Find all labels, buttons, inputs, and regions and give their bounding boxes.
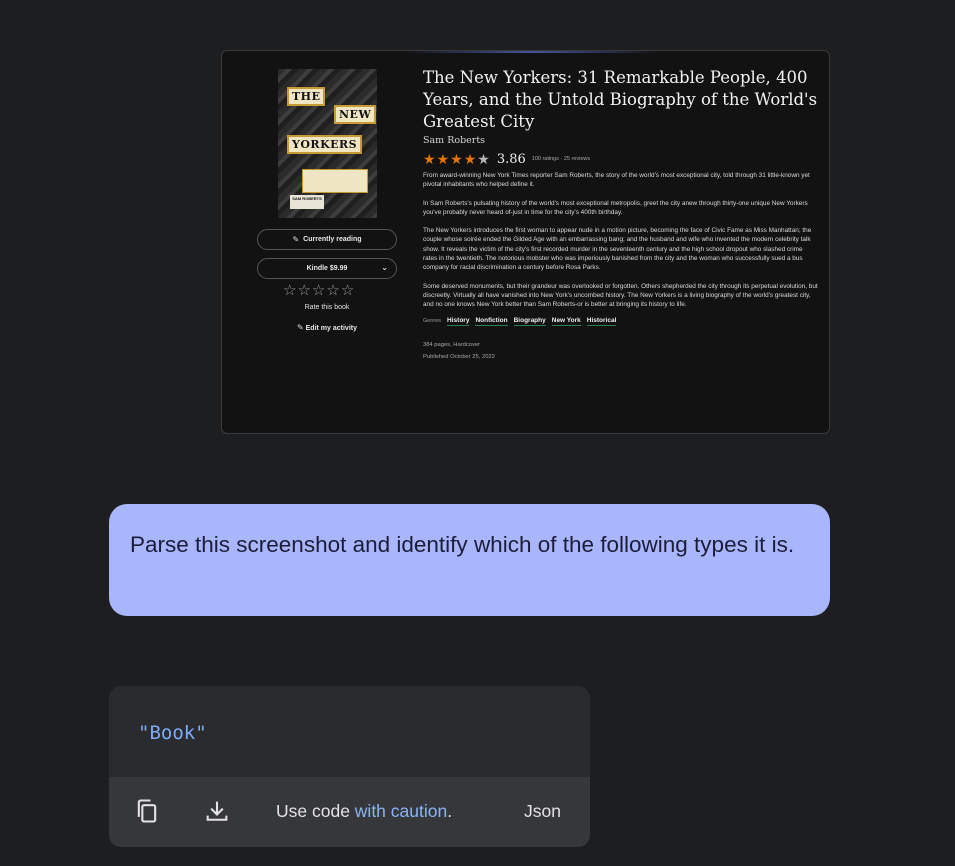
rate-star-5[interactable]: ☆ <box>341 282 355 299</box>
description-paragraph: From award-winning New York Times report… <box>423 172 810 189</box>
publication-date: Published October 25, 2022 <box>423 353 495 360</box>
cover-word-yorkers: YORKERS <box>287 135 363 154</box>
kindle-buy-button[interactable]: Kindle $9.99 ⌄ <box>257 258 397 279</box>
cover-word-the: THE <box>287 87 326 106</box>
edit-activity-link[interactable]: ✎ Edit my activity <box>257 323 397 332</box>
pencil-icon: ✎ <box>292 235 300 244</box>
currently-reading-button[interactable]: ✎ Currently reading <box>257 229 397 250</box>
caution-suffix: . <box>447 801 453 821</box>
average-rating: 3.86 <box>496 151 526 167</box>
code-content[interactable]: "Book" <box>138 722 207 744</box>
embedded-screenshot: THE NEW YORKERS SAM ROBERTS ✎ Currently … <box>221 50 830 434</box>
pencil-icon: ✎ <box>296 323 304 332</box>
star-empty-icon: ★ <box>477 150 491 167</box>
code-language-label: Json <box>524 801 561 821</box>
download-icon[interactable] <box>203 797 231 825</box>
rate-star-3[interactable]: ☆ <box>312 282 326 299</box>
use-code-with-caution: Use code with caution. <box>276 801 452 822</box>
book-details: The New Yorkers: 31 Remarkable People, 4… <box>423 67 818 360</box>
cover-word-new: NEW <box>334 105 377 124</box>
average-stars: ★★★★★ <box>423 151 491 168</box>
star-filled-icon: ★ <box>450 150 464 167</box>
description-paragraph: Some deserved monuments, but their grand… <box>423 282 818 309</box>
top-glow <box>402 51 662 53</box>
ratings-meta[interactable]: 100 ratings · 25 reviews <box>532 156 590 162</box>
user-prompt-text: Parse this screenshot and identify which… <box>130 532 795 557</box>
star-filled-icon: ★ <box>423 150 437 167</box>
code-toolbar: Use code with caution. Json <box>109 777 590 847</box>
chevron-down-icon[interactable]: ⌄ <box>381 263 388 272</box>
copy-icon[interactable] <box>133 797 161 825</box>
caution-link[interactable]: with caution <box>355 801 447 821</box>
genres-row: Genres History Nonfiction Biography New … <box>423 317 818 326</box>
rate-this-book-label: Rate this book <box>304 304 350 311</box>
book-description: From award-winning New York Times report… <box>423 171 818 310</box>
caution-prefix: Use code <box>276 801 355 821</box>
star-filled-icon: ★ <box>463 150 478 167</box>
description-paragraph: The New Yorkers introduces the first wom… <box>423 227 812 272</box>
rate-star-4[interactable]: ☆ <box>326 282 340 299</box>
rate-star-1[interactable]: ☆ <box>283 282 297 299</box>
currently-reading-label: Currently reading <box>303 236 362 243</box>
genre-link-history[interactable]: History <box>447 317 470 326</box>
cover-author: SAM ROBERTS <box>290 195 324 209</box>
genre-link-new-york[interactable]: New York <box>551 317 581 326</box>
edit-activity-label: Edit my activity <box>305 325 357 332</box>
rate-star-2[interactable]: ☆ <box>297 282 311 299</box>
book-cover[interactable]: THE NEW YORKERS SAM ROBERTS <box>278 69 377 218</box>
genre-link-historical[interactable]: Historical <box>586 317 617 326</box>
page-count: 384 pages, Hardcover <box>423 341 481 348</box>
code-block: "Book" Use code with caution. Json <box>109 686 590 847</box>
rating-summary: ★★★★★ 3.86 100 ratings · 25 reviews <box>423 150 818 168</box>
genres-label: Genres <box>423 318 442 325</box>
genre-link-biography[interactable]: Biography <box>513 317 546 326</box>
rate-stars[interactable]: ☆☆☆☆☆ <box>283 283 355 298</box>
book-title: The New Yorkers: 31 Remarkable People, 4… <box>423 68 818 131</box>
star-filled-icon: ★ <box>436 150 451 167</box>
book-author[interactable]: Sam Roberts <box>423 135 818 146</box>
genre-link-nonfiction[interactable]: Nonfiction <box>475 317 508 326</box>
cover-subtitle-plate <box>302 169 368 193</box>
description-paragraph: In Sam Roberts's pulsating history of th… <box>423 199 808 216</box>
user-prompt-bubble: Parse this screenshot and identify which… <box>109 504 830 616</box>
kindle-buy-label: Kindle $9.99 <box>306 265 348 272</box>
